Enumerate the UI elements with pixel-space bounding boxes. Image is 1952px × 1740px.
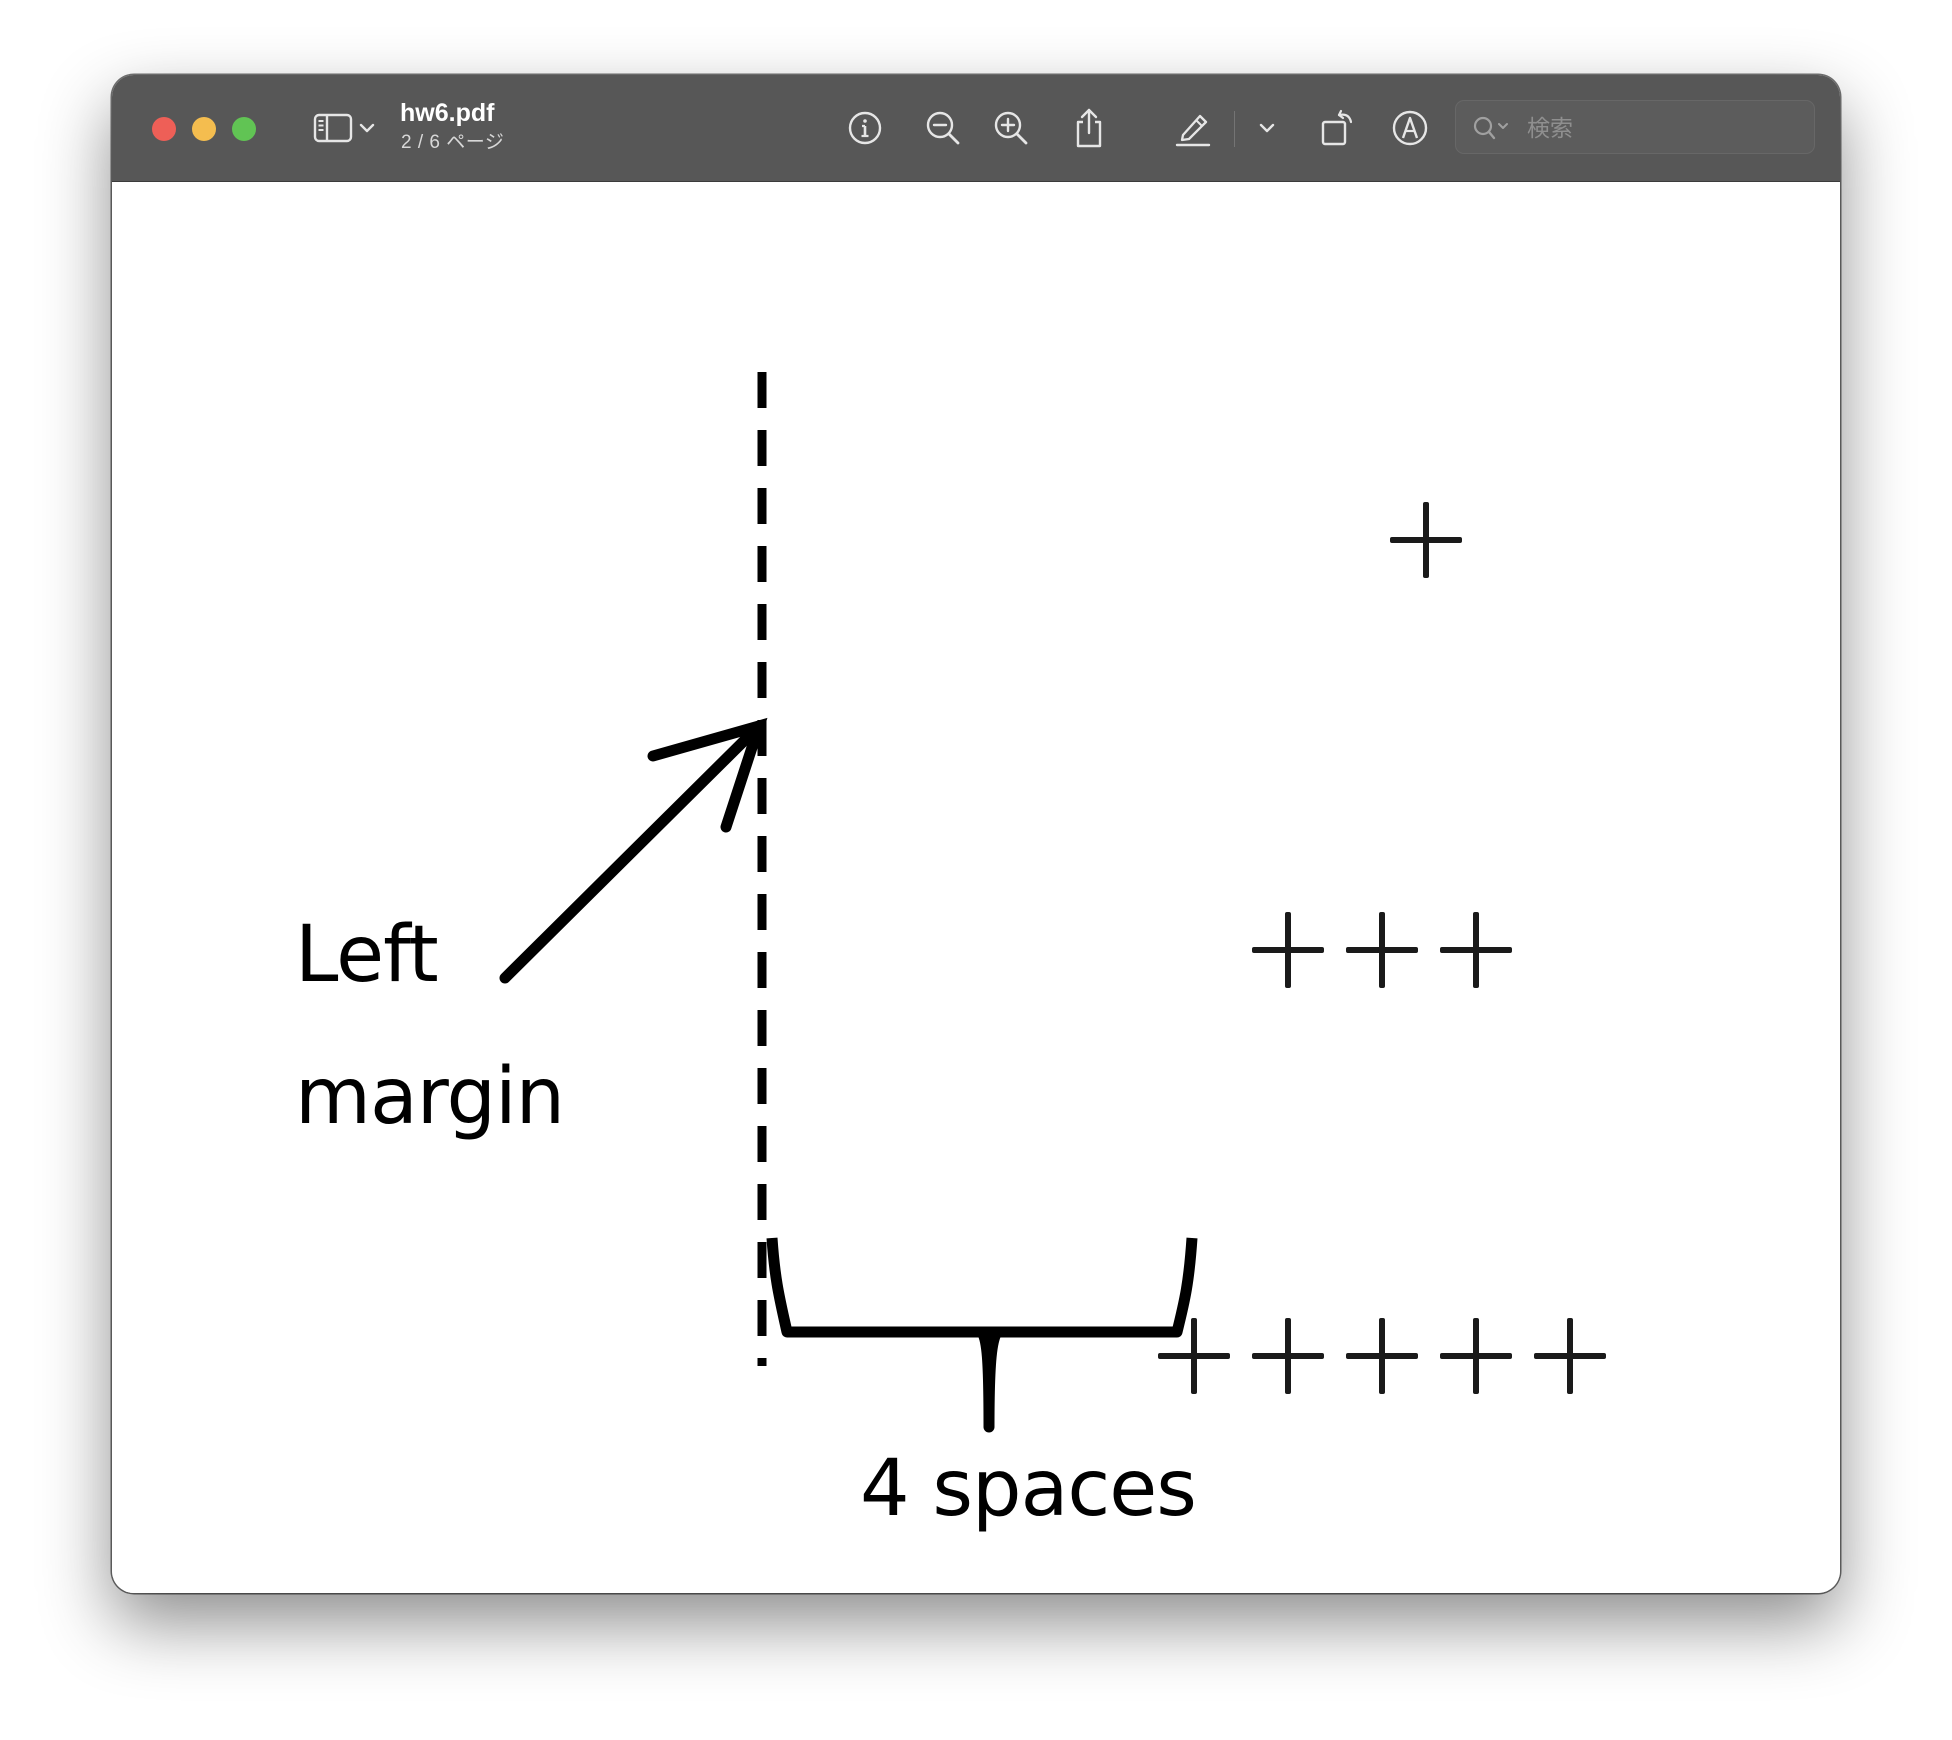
toolbar: hw6.pdf 2 / 6 ページ 検索 <box>112 75 1840 182</box>
plus-row-3 <box>1150 1318 1620 1394</box>
four-spaces-label: 4 spaces <box>860 1444 1197 1534</box>
search-placeholder: 検索 <box>1527 115 1573 141</box>
highlight-pen-icon <box>1173 108 1213 148</box>
zoom-button[interactable] <box>232 117 256 141</box>
plus-sign <box>1150 1318 1244 1394</box>
info-button[interactable] <box>842 105 888 151</box>
sidebar-toggle-button[interactable] <box>308 105 380 151</box>
share-button[interactable] <box>1066 105 1112 151</box>
highlight-button[interactable] <box>1170 105 1216 151</box>
chevron-down-icon <box>1259 122 1275 134</box>
close-button[interactable] <box>152 117 176 141</box>
left-margin-label-line2: margin <box>295 1052 565 1142</box>
preview-window: hw6.pdf 2 / 6 ページ 検索 Left margin 4 space… <box>112 75 1840 1593</box>
minimize-button[interactable] <box>192 117 216 141</box>
toolbar-separator <box>1234 111 1235 147</box>
zoom-in-button[interactable] <box>988 105 1034 151</box>
curly-brace <box>766 1237 1198 1433</box>
plus-sign <box>1338 1318 1432 1394</box>
markup-button[interactable] <box>1387 105 1433 151</box>
zoom-in-icon <box>992 109 1030 147</box>
highlight-options-button[interactable] <box>1252 105 1282 151</box>
plus-sign <box>1244 1318 1338 1394</box>
plus-sign <box>1432 1318 1526 1394</box>
markup-icon <box>1391 109 1429 147</box>
search-icon <box>1472 115 1512 146</box>
chevron-down-icon <box>359 122 375 134</box>
pdf-page: Left margin 4 spaces <box>112 182 1840 1593</box>
info-icon <box>847 110 883 146</box>
share-icon <box>1072 107 1106 149</box>
document-title: hw6.pdf <box>400 99 495 127</box>
plus-sign <box>1244 912 1338 988</box>
plus-sign <box>1338 912 1432 988</box>
plus-sign <box>1432 912 1526 988</box>
rotate-icon <box>1319 108 1359 148</box>
plus-sign <box>1526 1318 1620 1394</box>
plus-sign <box>1382 502 1476 578</box>
search-field[interactable]: 検索 <box>1455 100 1815 154</box>
plus-row-1 <box>1382 502 1476 578</box>
zoom-out-icon <box>924 109 962 147</box>
rotate-button[interactable] <box>1316 105 1362 151</box>
zoom-out-button[interactable] <box>920 105 966 151</box>
arrow-icon <box>499 717 768 984</box>
left-margin-label-line1: Left <box>295 910 439 1000</box>
plus-row-2 <box>1244 912 1526 988</box>
sidebar-toggle-icon <box>313 113 353 143</box>
page-indicator: 2 / 6 ページ <box>401 132 505 153</box>
